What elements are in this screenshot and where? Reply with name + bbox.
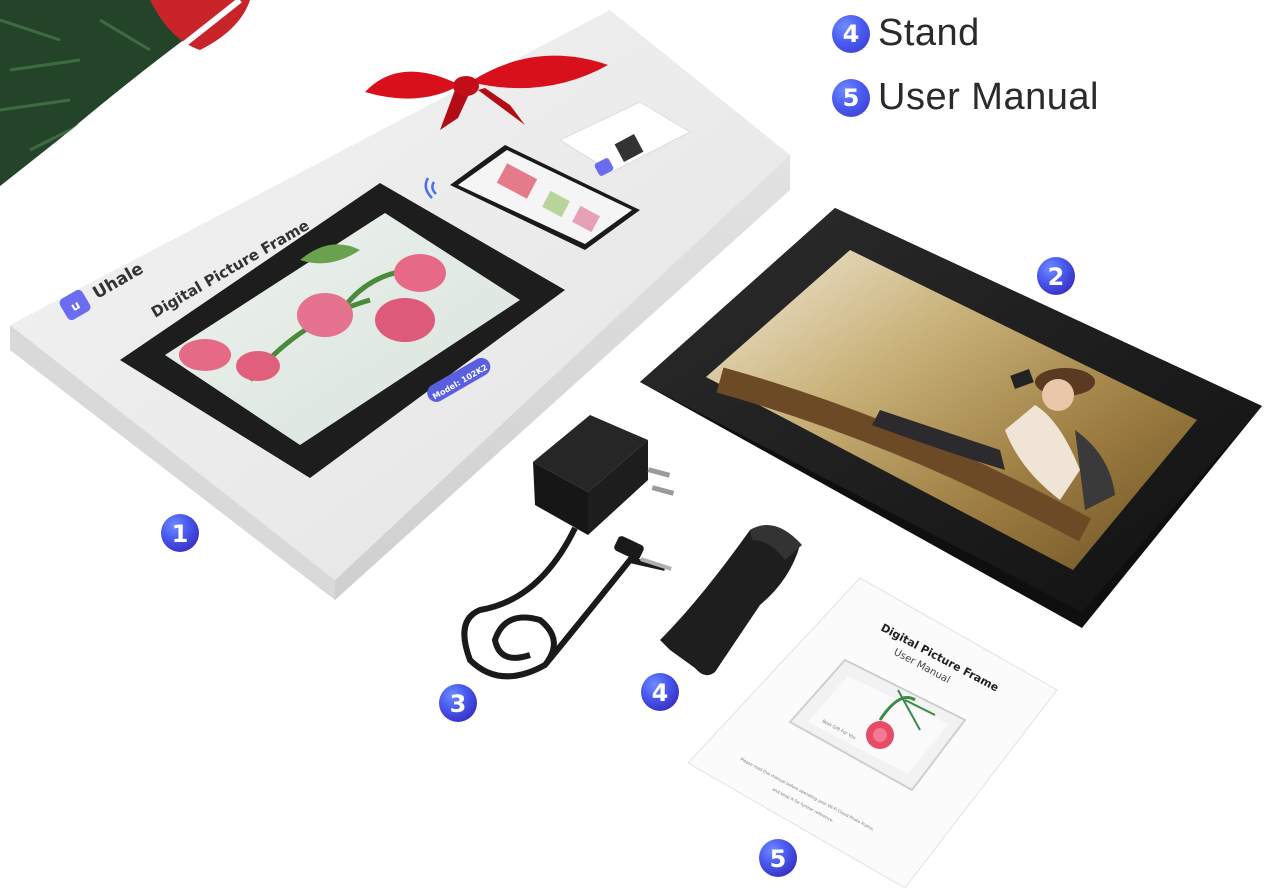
christmas-decoration [0, 0, 250, 193]
legend-label: User Manual [878, 76, 1099, 118]
callout-5: 5 [759, 839, 797, 877]
legend-number: 5 [832, 78, 870, 117]
legend-item-stand: 4 Stand [832, 12, 980, 55]
callout-3-number: 3 [450, 690, 467, 718]
callout-2: 2 [1037, 257, 1075, 295]
plug-prong [651, 485, 675, 496]
callout-4: 4 [641, 673, 679, 711]
legend-label: Stand [878, 12, 980, 54]
frame-stand [660, 525, 802, 676]
plug-prong [647, 467, 671, 478]
callout-2-number: 2 [1048, 263, 1065, 291]
gift-box: u Uhale Digital Picture Frame Model: 102… [10, 10, 790, 600]
callout-5-number: 5 [770, 845, 787, 873]
legend-number: 4 [832, 14, 870, 53]
callout-3: 3 [439, 684, 477, 722]
callout-1: 1 [161, 514, 199, 552]
product-contents-scene: u Uhale Digital Picture Frame Model: 102… [0, 0, 1262, 889]
callout-4-number: 4 [652, 679, 669, 707]
legend-item-user-manual: 5 User Manual [832, 76, 1099, 119]
callout-1-number: 1 [172, 520, 189, 548]
